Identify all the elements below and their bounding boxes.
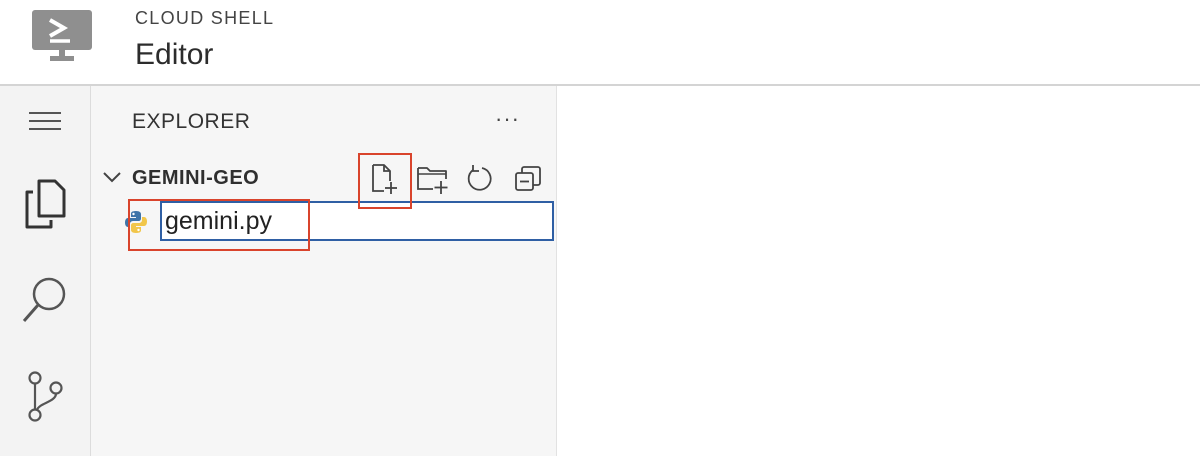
editor-area[interactable] [557,86,1200,456]
app-title: Editor [135,38,214,71]
collapse-all-icon [515,166,541,191]
cloud-shell-terminal-icon [32,10,92,61]
app-subtitle: CLOUD SHELL [135,8,275,28]
new-file-button[interactable] [367,162,401,196]
collapse-all-button[interactable] [511,162,545,196]
refresh-button[interactable] [463,162,497,196]
workspace-folder-name: GEMINI-GEO [132,167,260,189]
new-file-icon [372,164,397,194]
source-control-icon [28,371,63,422]
explorer-panel: EXPLORER ··· GEMINI-GEO [91,86,557,456]
source-control-activity-button[interactable] [0,370,90,424]
search-icon [22,277,66,322]
new-folder-button[interactable] [416,162,450,196]
activity-bar [0,86,91,456]
more-actions-button[interactable]: ··· [495,106,520,132]
explorer-files-icon [25,179,66,229]
explorer-title: EXPLORER [132,110,251,133]
new-file-row [91,199,556,243]
new-folder-icon [417,167,448,194]
chevron-down-icon [103,172,121,183]
new-file-name-input[interactable] [160,201,554,241]
menu-button[interactable] [0,108,90,134]
refresh-icon [467,165,492,191]
menu-icon [29,112,61,130]
explorer-activity-button[interactable] [0,178,90,230]
python-icon [125,211,147,233]
workspace-folder-header[interactable]: GEMINI-GEO [91,158,556,198]
top-header: CLOUD SHELL Editor [0,0,1200,86]
search-activity-button[interactable] [0,274,90,326]
